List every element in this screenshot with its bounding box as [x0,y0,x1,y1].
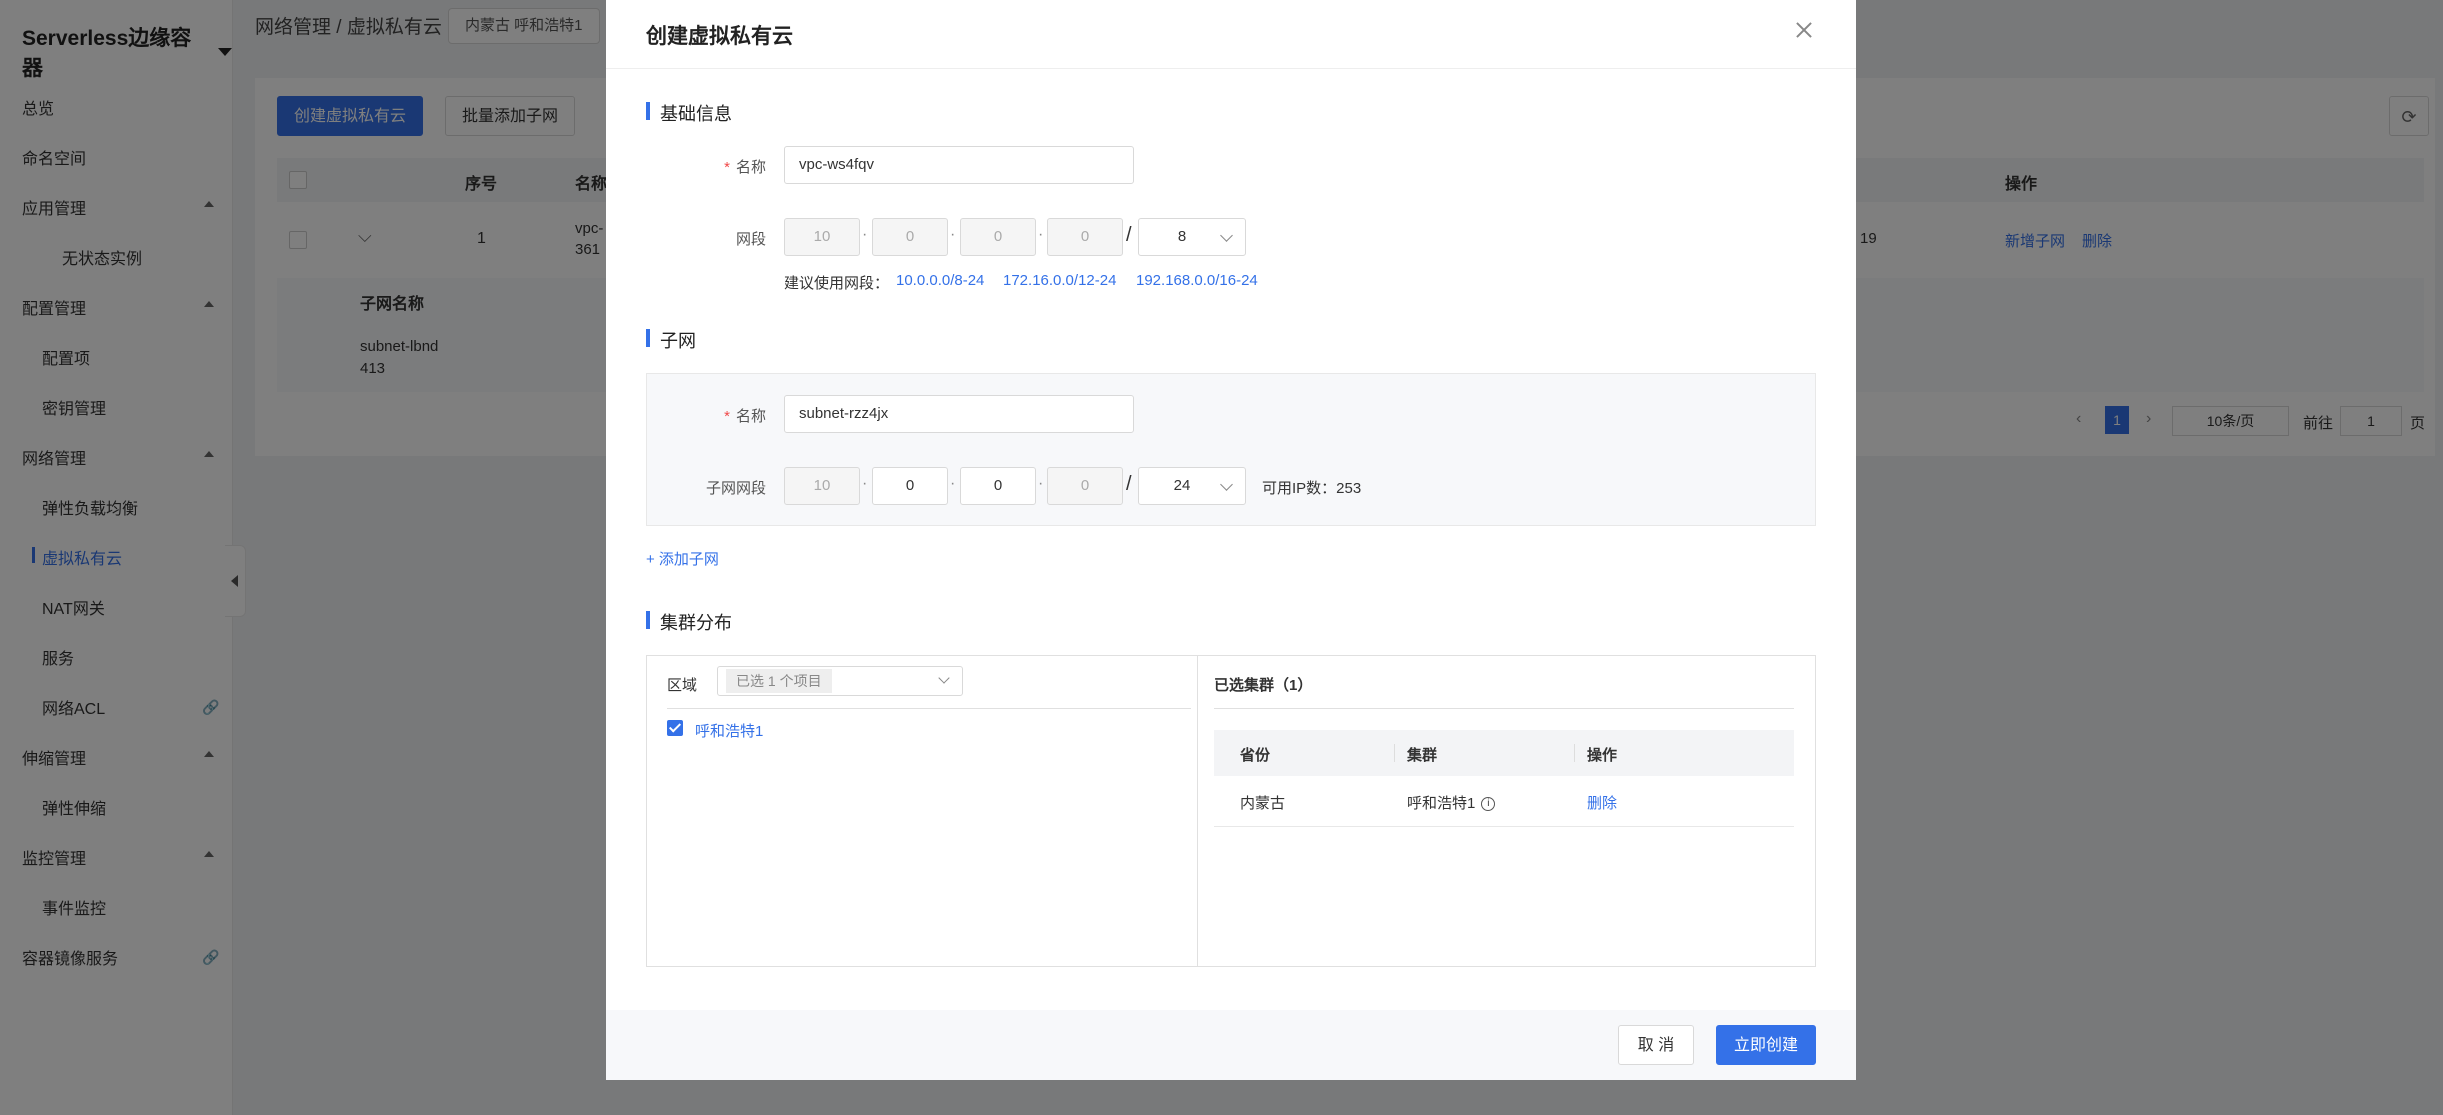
name-label-text: 名称 [735,159,766,176]
subnet-cidr-label: 子网网段 [705,480,766,497]
region-multiselect[interactable]: 已选 1 个项目 [717,666,963,696]
cidr-label: 网段 [735,231,766,248]
submit-button[interactable]: 立即创建 [1716,1025,1816,1065]
required-mark: * [724,159,730,176]
suggest-cidr-172[interactable]: 172.16.0.0/12-24 [1003,272,1116,289]
dot-separator: · [1038,475,1044,492]
divider [1214,826,1794,827]
cidr-octet-2: 0 [872,218,948,256]
column-separator [1394,744,1395,762]
dot-separator: · [950,226,956,243]
cidr-octet-3: 0 [960,218,1036,256]
region-option-label[interactable]: 呼和浩特1 [695,720,763,741]
cidr-octet-1: 10 [784,218,860,256]
vpc-name-input[interactable]: vpc-ws4fqv [784,146,1134,184]
cidr-mask-select[interactable]: 8 [1138,218,1246,256]
slash-separator: / [1126,224,1132,246]
selected-clusters-title: 已选集群（1） [1214,677,1313,694]
slash-separator: / [1126,473,1132,495]
region-label: 区域 [667,677,698,694]
col-province: 省份 [1240,747,1271,764]
row-province: 内蒙古 [1240,795,1286,812]
cidr-octet-4: 0 [1047,218,1123,256]
subnet-name-label-text: 名称 [735,408,766,425]
divider [1214,708,1794,709]
suggest-cidr-192[interactable]: 192.168.0.0/16-24 [1136,272,1258,289]
subnet-name-label: * 名称 [646,405,766,426]
cluster-target-panel: 已选集群（1） 省份 集群 操作 内蒙古 呼和浩特1 i 删除 [1198,656,1815,966]
dialog-footer: 取 消 立即创建 [606,1010,1856,1080]
dot-separator: · [1038,226,1044,243]
row-cluster-text: 呼和浩特1 [1407,795,1476,812]
close-icon[interactable] [1792,18,1816,42]
section-basic-info: 基础信息 [646,100,732,126]
info-icon[interactable]: i [1481,797,1496,812]
section-subnet: 子网 [646,327,696,353]
selected-count-chip: 已选 1 个项目 [726,669,832,693]
selected-table-header: 省份 集群 操作 [1214,730,1794,776]
create-vpc-dialog: 创建虚拟私有云 基础信息 * 名称 vpc-ws4fqv 网段 10 · 0 · … [606,0,1856,1080]
subnet-octet-2[interactable]: 0 [872,467,948,505]
subnet-octet-3[interactable]: 0 [960,467,1036,505]
col-cluster: 集群 [1407,747,1438,764]
name-label: * 名称 [646,156,766,177]
divider [667,708,1191,709]
cidr-mask-value: 8 [1177,228,1187,245]
cancel-button[interactable]: 取 消 [1618,1025,1694,1065]
dialog-title: 创建虚拟私有云 [646,25,793,48]
section-cluster: 集群分布 [646,609,732,635]
row-cluster: 呼和浩特1 i [1407,792,1496,813]
required-mark: * [724,408,730,425]
subnet-octet-1: 10 [784,467,860,505]
column-separator [1574,744,1575,762]
chevron-down-icon [1220,478,1233,491]
dot-separator: · [950,475,956,492]
suggest-cidr-10[interactable]: 10.0.0.0/8-24 [896,272,984,289]
dot-separator: · [862,475,868,492]
cluster-source-panel: 区域 已选 1 个项目 呼和浩特1 [647,656,1198,966]
subnet-mask-value: 24 [1173,477,1191,494]
subnet-octet-4: 0 [1047,467,1123,505]
subnet-mask-select[interactable]: 24 [1138,467,1246,505]
suggest-label: 建议使用网段： [784,275,890,292]
cluster-transfer: 区域 已选 1 个项目 呼和浩特1 已选集群（1） 省份 集群 操作 内蒙古 呼… [646,655,1816,967]
divider [606,68,1856,69]
add-subnet-button[interactable]: + 添加子网 [646,548,719,569]
chevron-down-icon [1220,229,1233,242]
region-option-checkbox[interactable] [667,720,683,736]
dot-separator: · [862,226,868,243]
subnet-name-input[interactable]: subnet-rzz4jx [784,395,1134,433]
remove-cluster-link[interactable]: 删除 [1587,792,1617,813]
chevron-down-icon [938,672,950,684]
col-operation: 操作 [1587,747,1618,764]
available-ip-count: 可用IP数：253 [1262,480,1362,497]
